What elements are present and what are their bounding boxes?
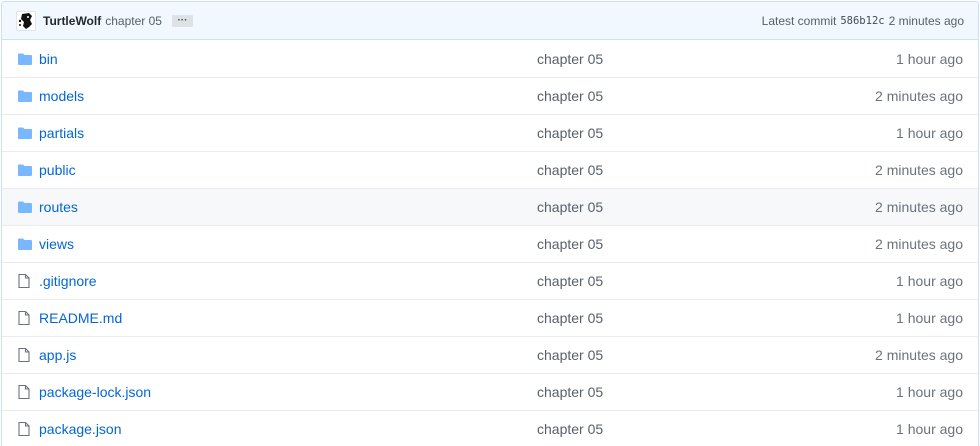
latest-commit-info: Latest commit 586b12c 2 minutes ago	[762, 14, 964, 28]
folder-icon	[17, 236, 35, 252]
commit-sha[interactable]: 586b12c	[840, 15, 884, 27]
file-age: 1 hour ago	[896, 421, 963, 437]
file-name-link[interactable]: models	[39, 88, 84, 104]
file-age: 2 minutes ago	[875, 199, 963, 215]
file-commit-message[interactable]: chapter 05	[537, 51, 603, 67]
file-row[interactable]: routes chapter 05 2 minutes ago	[2, 188, 978, 225]
file-age: 1 hour ago	[896, 310, 963, 326]
file-row[interactable]: public chapter 05 2 minutes ago	[2, 151, 978, 188]
latest-commit-label: Latest commit	[761, 13, 837, 28]
file-commit-message[interactable]: chapter 05	[537, 310, 603, 326]
expand-commit-button[interactable]: ···	[171, 14, 193, 27]
file-row[interactable]: package-lock.json chapter 05 1 hour ago	[2, 373, 978, 410]
file-name-link[interactable]: README.md	[39, 310, 122, 326]
commit-author[interactable]: TurtleWolf	[43, 14, 101, 28]
folder-icon	[17, 162, 35, 178]
file-icon	[17, 421, 35, 437]
file-name-link[interactable]: bin	[39, 51, 58, 67]
file-commit-message[interactable]: chapter 05	[537, 199, 603, 215]
file-commit-message[interactable]: chapter 05	[537, 162, 603, 178]
file-age: 1 hour ago	[896, 384, 963, 400]
file-commit-message[interactable]: chapter 05	[537, 347, 603, 363]
file-age: 1 hour ago	[896, 273, 963, 289]
file-icon	[17, 273, 35, 289]
file-list: bin chapter 05 1 hour ago models chapter 05 2…	[2, 40, 978, 446]
file-icon	[17, 310, 35, 326]
file-age: 2 minutes ago	[875, 347, 963, 363]
file-commit-message[interactable]: chapter 05	[537, 236, 603, 252]
file-row[interactable]: views chapter 05 2 minutes ago	[2, 225, 978, 262]
file-name-link[interactable]: app.js	[39, 347, 76, 363]
file-commit-message[interactable]: chapter 05	[537, 384, 603, 400]
file-commit-message[interactable]: chapter 05	[537, 125, 603, 141]
file-browser: TurtleWolf chapter 05 ··· Latest commit …	[1, 1, 979, 446]
file-commit-message[interactable]: chapter 05	[537, 273, 603, 289]
file-row[interactable]: README.md chapter 05 1 hour ago	[2, 299, 978, 336]
folder-icon	[17, 199, 35, 215]
file-name-link[interactable]: .gitignore	[39, 273, 97, 289]
file-name-link[interactable]: partials	[39, 125, 84, 141]
commit-message[interactable]: chapter 05	[105, 14, 162, 28]
file-name-link[interactable]: routes	[39, 199, 78, 215]
file-row[interactable]: bin chapter 05 1 hour ago	[2, 40, 978, 77]
file-age: 1 hour ago	[896, 50, 963, 67]
file-age: 1 hour ago	[896, 125, 963, 141]
file-age: 2 minutes ago	[875, 162, 963, 178]
file-age: 2 minutes ago	[875, 88, 963, 104]
commit-time: 2 minutes ago	[888, 13, 964, 28]
file-name-link[interactable]: package-lock.json	[39, 384, 151, 400]
file-row[interactable]: partials chapter 05 1 hour ago	[2, 114, 978, 151]
file-icon	[17, 347, 35, 363]
file-row[interactable]: .gitignore chapter 05 1 hour ago	[2, 262, 978, 299]
latest-commit-bar: TurtleWolf chapter 05 ··· Latest commit …	[2, 2, 978, 40]
file-commit-message[interactable]: chapter 05	[537, 88, 603, 104]
folder-icon	[17, 88, 35, 104]
avatar-image	[17, 11, 35, 30]
file-icon	[17, 384, 35, 400]
folder-icon	[17, 51, 35, 67]
file-row[interactable]: models chapter 05 2 minutes ago	[2, 77, 978, 114]
file-name-link[interactable]: package.json	[39, 421, 122, 437]
file-row[interactable]: package.json chapter 05 1 hour ago	[2, 410, 978, 446]
folder-icon	[17, 125, 35, 141]
file-row[interactable]: app.js chapter 05 2 minutes ago	[2, 336, 978, 373]
file-name-link[interactable]: views	[39, 236, 74, 252]
file-age: 2 minutes ago	[875, 236, 963, 252]
file-name-link[interactable]: public	[39, 162, 76, 178]
avatar[interactable]	[16, 10, 36, 31]
file-commit-message[interactable]: chapter 05	[537, 421, 603, 437]
